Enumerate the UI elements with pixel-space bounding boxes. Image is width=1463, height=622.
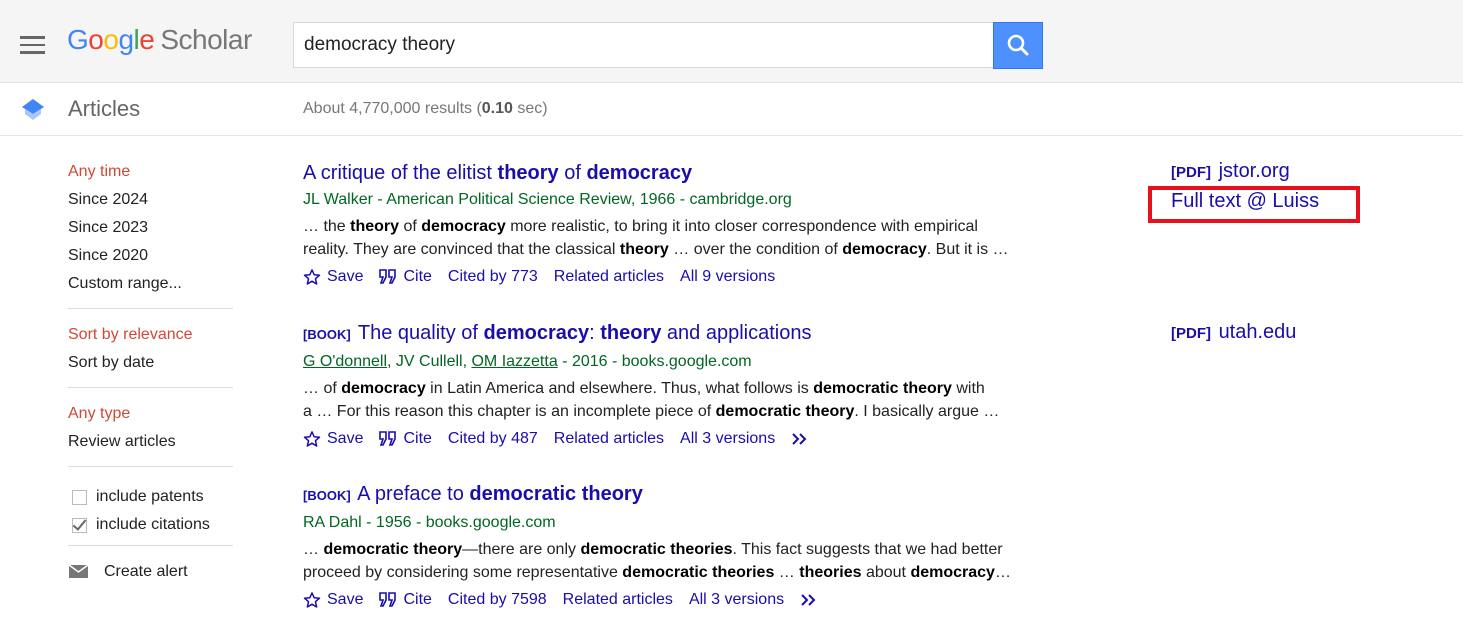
save-button[interactable]: Save — [303, 268, 363, 286]
filter-since-2020[interactable]: Since 2020 — [68, 246, 233, 274]
divider — [68, 545, 233, 546]
search-box — [293, 22, 993, 68]
results-count: About 4,770,000 results (0.10 sec) — [303, 100, 548, 117]
more-icon[interactable] — [800, 593, 826, 607]
related-articles-link[interactable]: Related articles — [563, 591, 673, 609]
result-title-link[interactable]: A critique of the elitist theory of demo… — [303, 160, 1033, 186]
filter-since-2024[interactable]: Since 2024 — [68, 190, 233, 218]
related-articles-link[interactable]: Related articles — [554, 430, 664, 448]
checkbox-icon — [72, 489, 87, 505]
related-articles-link[interactable]: Related articles — [554, 268, 664, 286]
quote-icon — [379, 592, 397, 607]
divider — [68, 466, 233, 467]
all-versions-link[interactable]: All 3 versions — [680, 430, 775, 448]
result-authors: RA Dahl - 1956 - books.google.com — [303, 514, 556, 531]
include-citations-checkbox[interactable]: include citations — [68, 511, 233, 539]
cite-button[interactable]: Cite — [379, 591, 432, 609]
book-tag: [BOOK] — [303, 327, 351, 342]
author-link[interactable]: G O'donnell — [303, 353, 387, 370]
pdf-link-jstor[interactable]: [PDF] jstor.org — [1171, 160, 1290, 183]
author-link[interactable]: OM Iazzetta — [471, 353, 557, 370]
quote-icon — [379, 269, 397, 284]
star-icon — [303, 431, 321, 447]
search-result: A critique of the elitist theory of demo… — [303, 160, 1033, 289]
section-title[interactable]: Articles — [68, 96, 140, 122]
filter-since-2023[interactable]: Since 2023 — [68, 218, 233, 246]
star-icon — [303, 269, 321, 285]
result-actions: Save Cite Cited by 487 Related articles … — [303, 427, 1033, 451]
checkbox-checked-icon — [72, 517, 87, 533]
search-result: [BOOK] The quality of democracy: theory … — [303, 320, 1033, 451]
cited-by-link[interactable]: Cited by 773 — [448, 268, 538, 286]
include-patents-checkbox[interactable]: include patents — [68, 483, 233, 511]
filter-any-time[interactable]: Any time — [68, 162, 233, 190]
header-bar: Google Scholar — [0, 0, 1463, 83]
type-review-articles[interactable]: Review articles — [68, 432, 233, 460]
envelope-icon — [68, 564, 89, 578]
search-result: [BOOK] A preface to democratic theory RA… — [303, 481, 1033, 612]
quote-icon — [379, 431, 397, 446]
all-versions-link[interactable]: All 3 versions — [689, 591, 784, 609]
cite-button[interactable]: Cite — [379, 268, 432, 286]
google-scholar-logo[interactable]: Google Scholar — [67, 24, 252, 56]
cited-by-link[interactable]: Cited by 7598 — [448, 591, 547, 609]
sort-by-relevance[interactable]: Sort by relevance — [68, 325, 233, 353]
result-authors: G O'donnell, JV Cullell, OM Iazzetta - 2… — [303, 353, 752, 370]
menu-icon[interactable] — [20, 36, 45, 54]
divider — [68, 308, 233, 309]
result-snippet: … democratic theory—there are only democ… — [303, 541, 1011, 581]
book-tag: [BOOK] — [303, 488, 351, 503]
result-title-link[interactable]: [BOOK] The quality of democracy: theory … — [303, 320, 1033, 348]
pdf-link-utah[interactable]: [PDF] utah.edu — [1171, 321, 1296, 344]
result-authors: JL Walker - American Political Science R… — [303, 191, 792, 208]
articles-icon — [22, 99, 44, 120]
search-icon — [1007, 34, 1029, 56]
star-icon — [303, 592, 321, 608]
search-button[interactable] — [993, 22, 1043, 69]
save-button[interactable]: Save — [303, 591, 363, 609]
highlight-box — [1148, 186, 1360, 223]
save-button[interactable]: Save — [303, 430, 363, 448]
subheader-bar — [0, 83, 1463, 136]
sort-by-date[interactable]: Sort by date — [68, 353, 233, 381]
cite-button[interactable]: Cite — [379, 430, 432, 448]
result-snippet: … the theory of democracy more realistic… — [303, 218, 1009, 258]
create-alert-button[interactable]: Create alert — [68, 558, 233, 586]
all-versions-link[interactable]: All 9 versions — [680, 268, 775, 286]
result-title-link[interactable]: [BOOK] A preface to democratic theory — [303, 481, 1033, 509]
filter-custom-range[interactable]: Custom range... — [68, 274, 233, 302]
search-input[interactable] — [294, 23, 984, 67]
result-actions: Save Cite Cited by 773 Related articles … — [303, 265, 1033, 289]
filter-sidebar: Any time Since 2024 Since 2023 Since 202… — [68, 162, 233, 586]
cited-by-link[interactable]: Cited by 487 — [448, 430, 538, 448]
type-any[interactable]: Any type — [68, 404, 233, 432]
result-actions: Save Cite Cited by 7598 Related articles… — [303, 588, 1033, 612]
more-icon[interactable] — [791, 432, 817, 446]
divider — [68, 387, 233, 388]
result-snippet: … of democracy in Latin America and else… — [303, 380, 1000, 420]
